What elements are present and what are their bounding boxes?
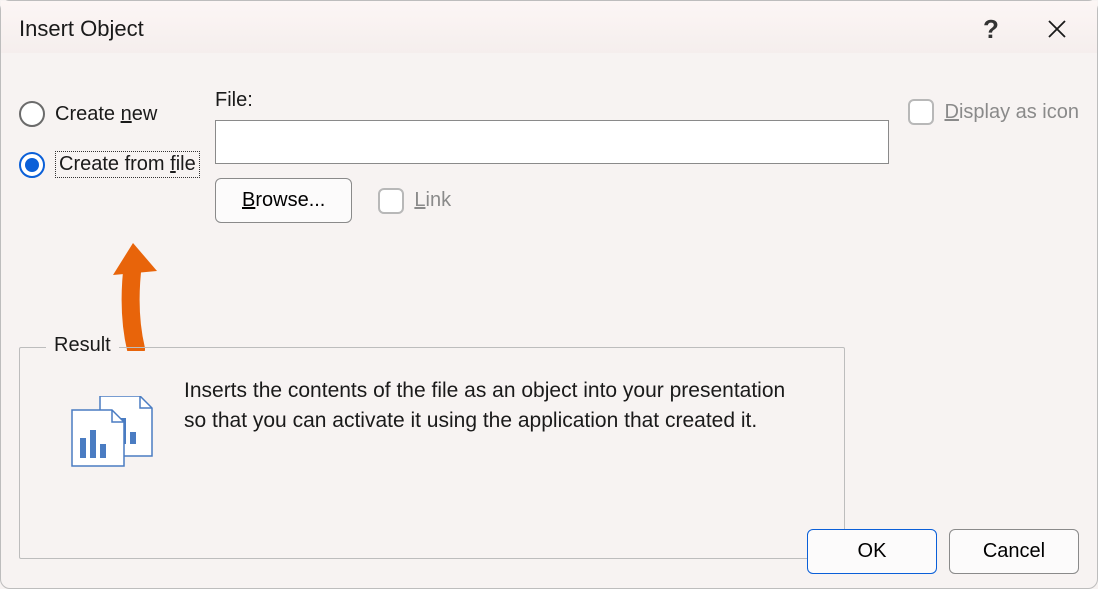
file-path-input[interactable] bbox=[215, 120, 889, 164]
cancel-button[interactable]: Cancel bbox=[949, 529, 1079, 574]
file-area: File: Browse... Link bbox=[215, 89, 889, 223]
dialog-buttons: OK Cancel bbox=[807, 529, 1079, 574]
help-icon: ? bbox=[983, 14, 999, 45]
create-mode-radios: Create new Create from file bbox=[19, 101, 200, 178]
close-button[interactable] bbox=[1035, 11, 1079, 47]
result-description: Inserts the contents of the file as an o… bbox=[184, 376, 804, 437]
link-label: Link bbox=[414, 189, 451, 212]
help-button[interactable]: ? bbox=[969, 11, 1013, 47]
dialog-title: Insert Object bbox=[19, 16, 947, 42]
radio-icon bbox=[19, 101, 45, 127]
dialog-body: Create new Create from file File: Browse… bbox=[1, 53, 1097, 83]
file-label: File: bbox=[215, 89, 889, 112]
close-icon bbox=[1047, 19, 1067, 39]
radio-create-new-label: Create new bbox=[55, 103, 157, 126]
ok-button[interactable]: OK bbox=[807, 529, 937, 574]
checkbox-icon bbox=[908, 99, 934, 125]
browse-button[interactable]: Browse... bbox=[215, 178, 352, 223]
result-legend: Result bbox=[46, 334, 119, 357]
embed-object-icon bbox=[70, 396, 156, 474]
checkbox-icon bbox=[378, 188, 404, 214]
link-checkbox[interactable]: Link bbox=[378, 188, 451, 214]
display-as-icon-checkbox[interactable]: Display as icon bbox=[908, 99, 1079, 125]
titlebar: Insert Object ? bbox=[1, 1, 1097, 53]
radio-create-from-file-label: Create from file bbox=[55, 151, 200, 178]
display-as-icon-label: Display as icon bbox=[944, 101, 1079, 124]
radio-create-new[interactable]: Create new bbox=[19, 101, 200, 127]
result-group: Result Inserts the contents of the file … bbox=[19, 347, 845, 559]
radio-icon bbox=[19, 152, 45, 178]
radio-create-from-file[interactable]: Create from file bbox=[19, 151, 200, 178]
